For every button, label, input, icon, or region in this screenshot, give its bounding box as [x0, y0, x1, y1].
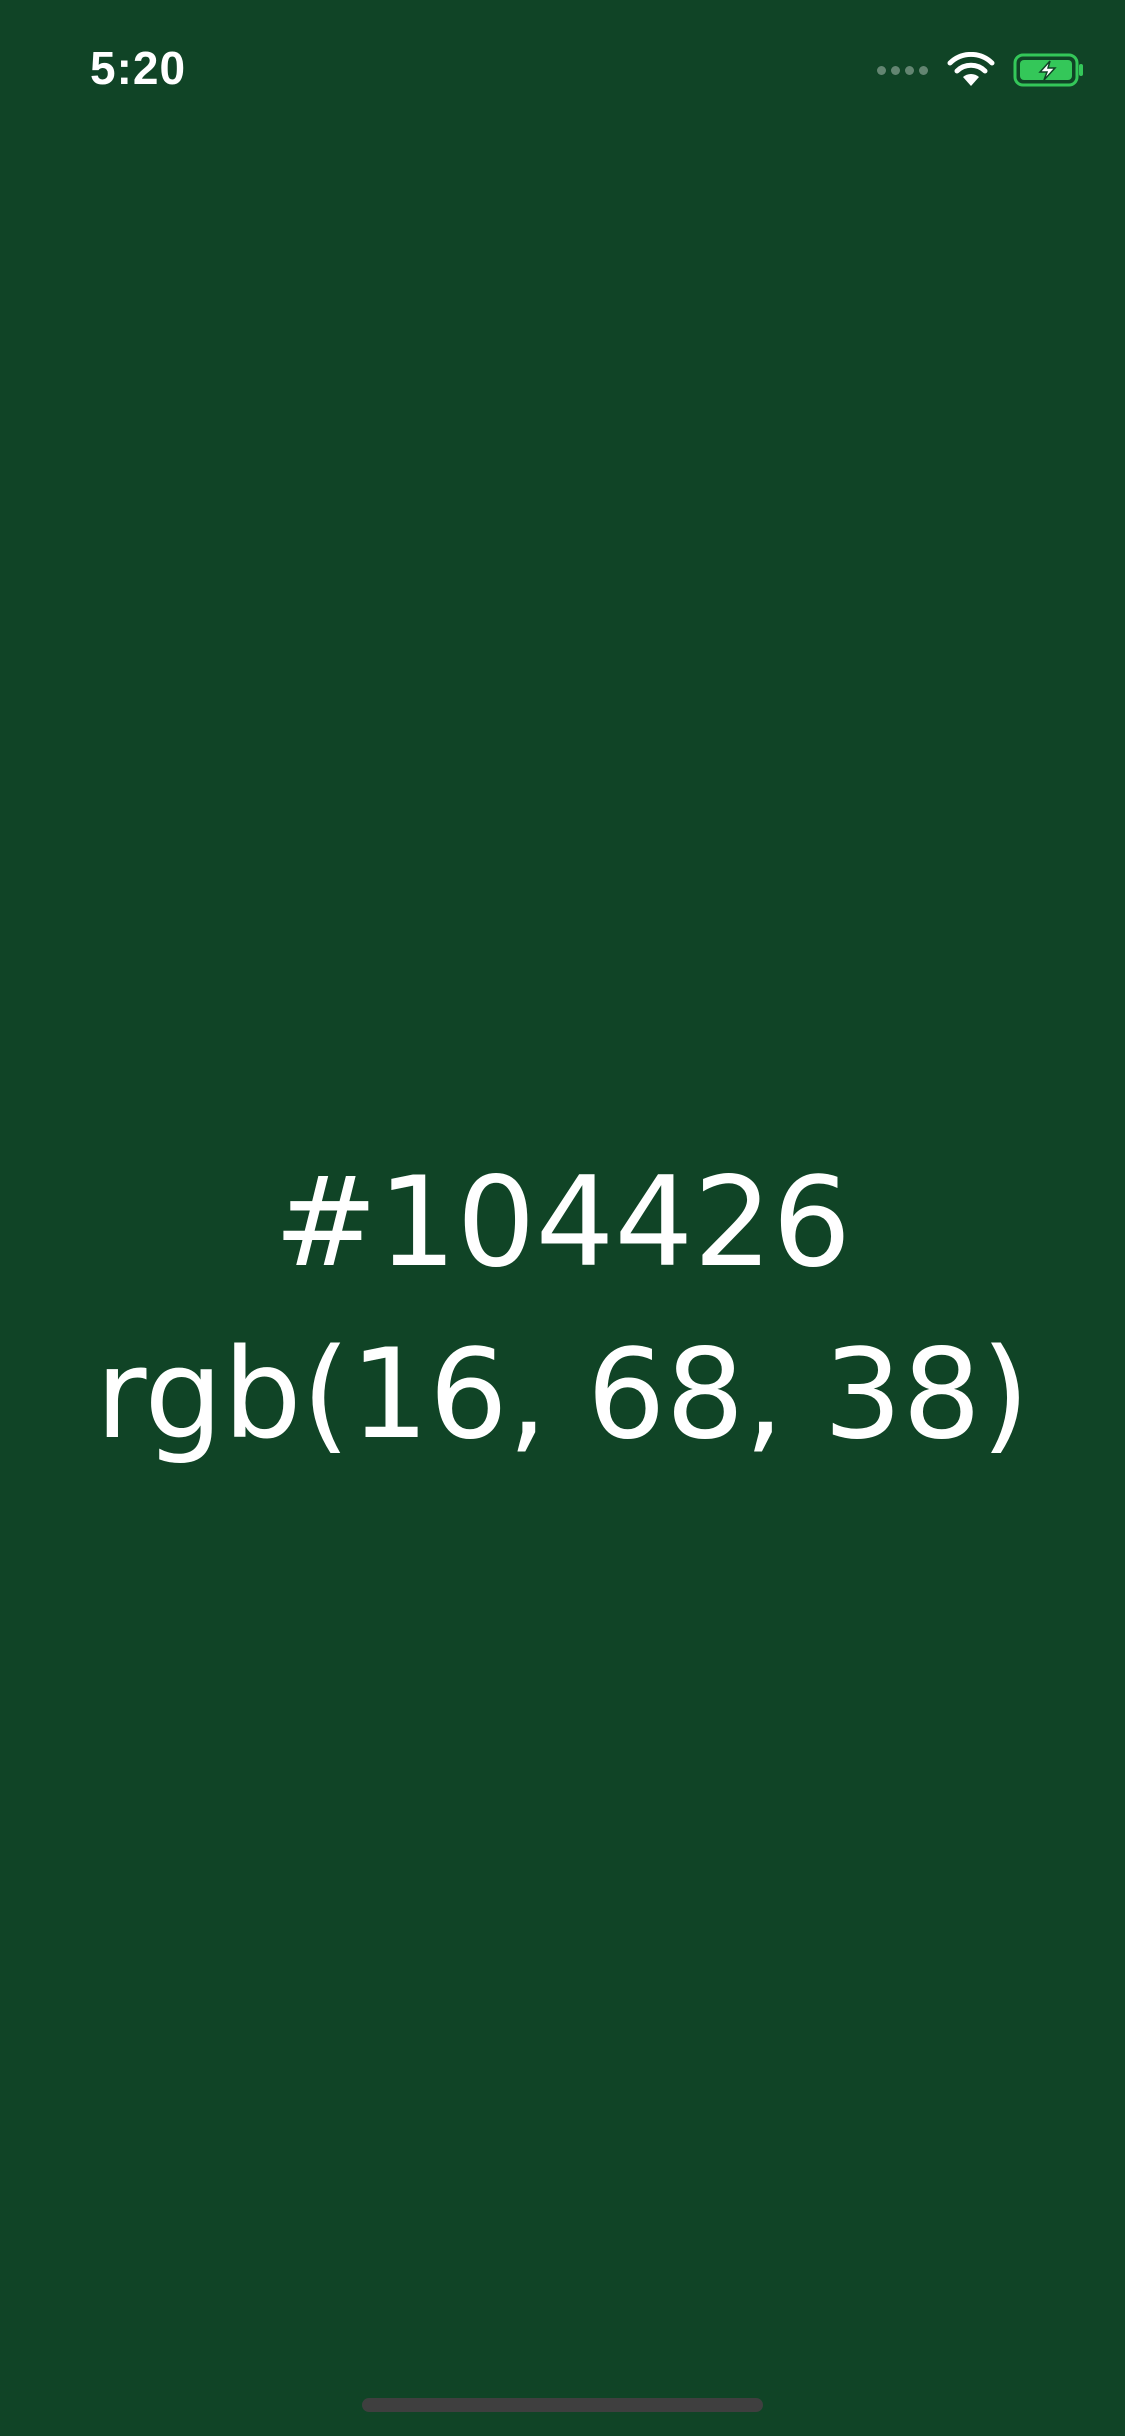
status-icons [877, 50, 1085, 90]
battery-charging-icon [1013, 53, 1083, 87]
status-time: 5:20 [90, 42, 187, 94]
color-screen: 5:20 #104426 rgb(16, 68, 38) [0, 0, 1125, 2436]
cellular-signal-icon [877, 65, 933, 75]
rgb-value: rgb(16, 68, 38) [95, 1323, 1030, 1467]
hex-value: #104426 [273, 1151, 852, 1295]
status-bar: 5:20 [0, 0, 1125, 140]
wifi-icon [947, 52, 995, 86]
home-indicator[interactable] [362, 2398, 763, 2412]
